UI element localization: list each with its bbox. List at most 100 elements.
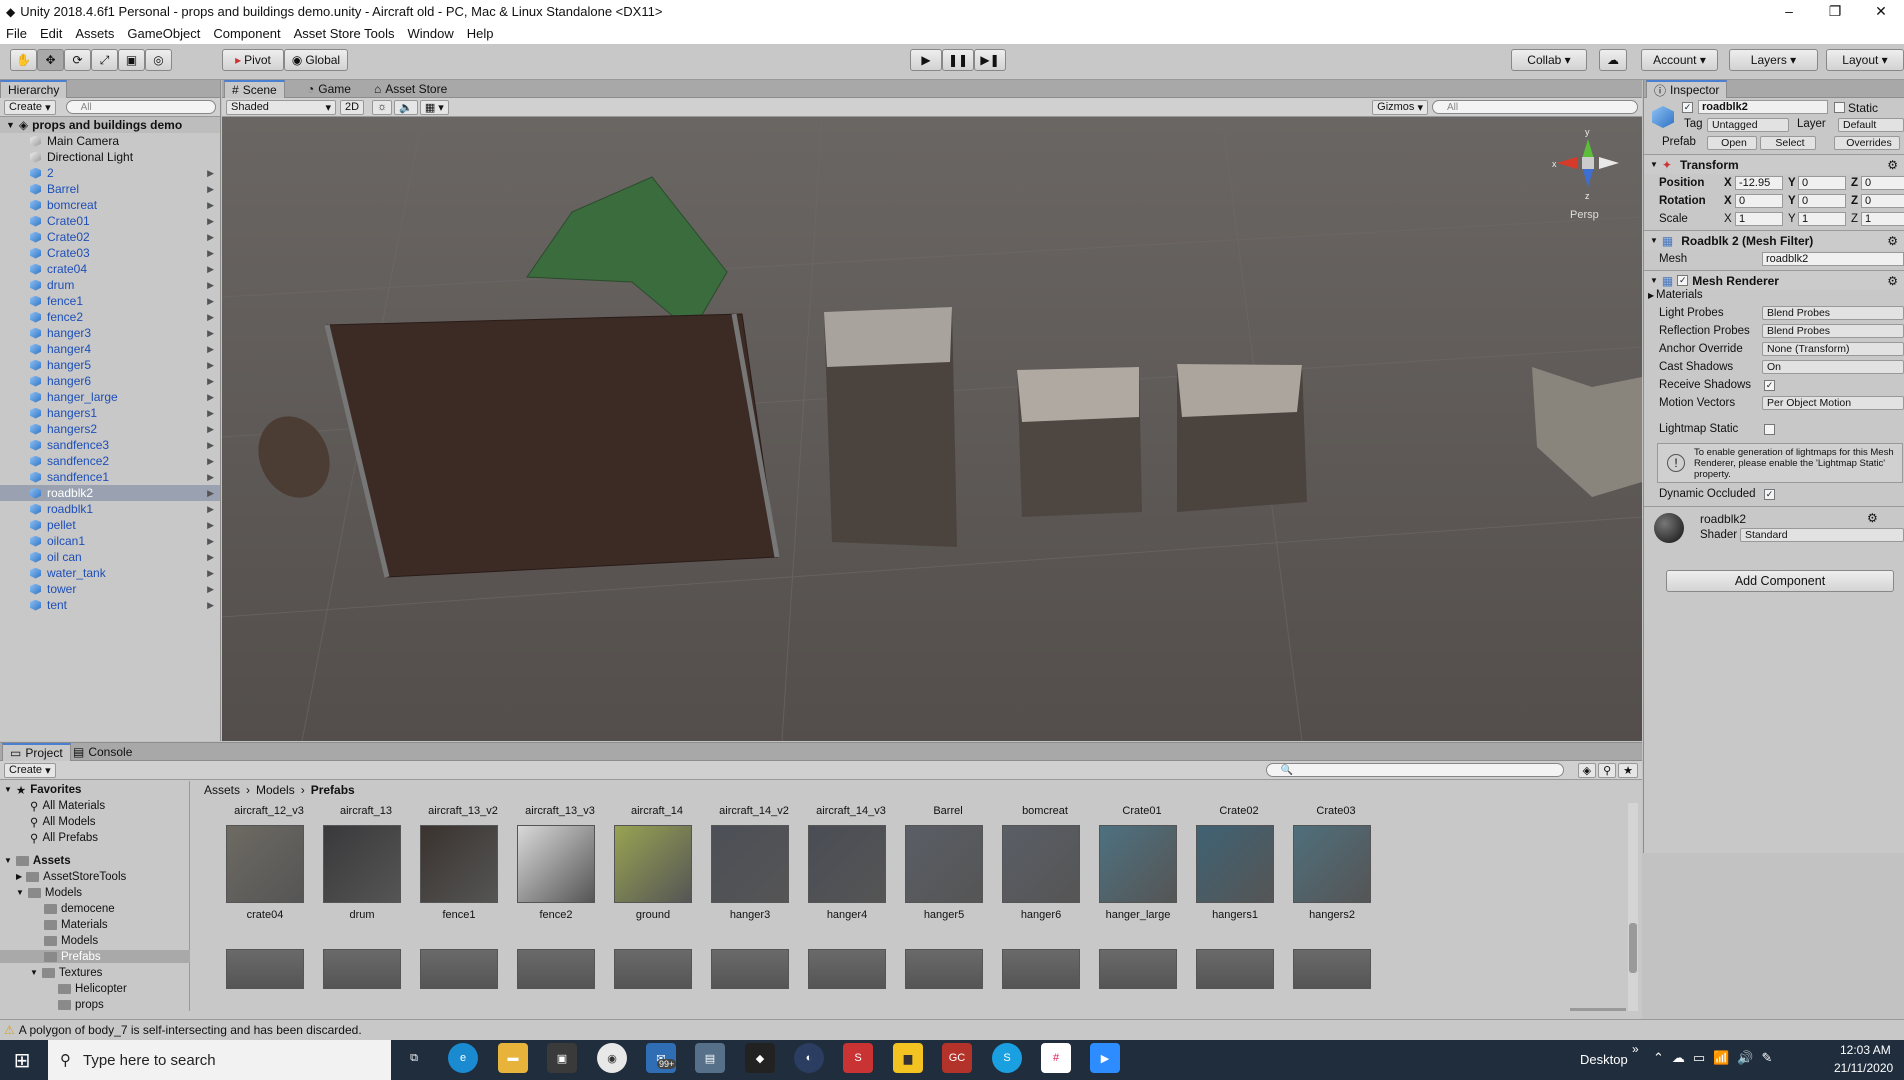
hand-tool-icon[interactable]: ✋ [10,49,37,71]
collapse-triangle-icon[interactable]: ▶ [1648,291,1654,300]
scene-root-row[interactable]: ▼ ◈ props and buildings demo [0,117,220,133]
object-name-field[interactable]: roadblk2 [1698,100,1828,114]
component-menu-icon[interactable]: ⚙ [1887,234,1898,248]
lighting-icon[interactable]: ☼ [372,99,393,115]
breadcrumb-assets[interactable]: Assets [204,783,240,797]
expand-triangle-icon[interactable]: ▼ [1650,236,1658,245]
asset-thumbnail[interactable] [323,949,401,989]
component-menu-icon[interactable]: ⚙ [1887,158,1898,172]
asset-thumbnail[interactable] [905,825,983,903]
menu-assets[interactable]: Assets [75,26,114,41]
substance-icon[interactable]: S [843,1043,873,1073]
menu-component[interactable]: Component [213,26,280,41]
transform-header[interactable]: ▼ ✦ Transform ⚙ [1644,154,1904,174]
hierarchy-item[interactable]: hanger5 ▶ [0,357,220,373]
tree-item[interactable]: Helicopter [58,982,213,995]
asset-label[interactable]: hanger4 [799,909,895,921]
rotation-x-field[interactable]: 0 [1735,194,1783,208]
tab-project[interactable]: ▭ Project [2,743,71,761]
favorite-item[interactable]: ⚲ All Materials [30,799,185,813]
mesh-filter-header[interactable]: ▼ ▦ Roadblk 2 (Mesh Filter) ⚙ [1644,230,1904,250]
expand-triangle-icon[interactable]: ▼ [4,785,12,794]
prefab-open-arrow-icon[interactable]: ▶ [207,584,214,595]
thumbnail-size-slider[interactable] [1570,1008,1626,1011]
prefab-open-arrow-icon[interactable]: ▶ [207,456,214,467]
gc-icon[interactable]: GC [942,1043,972,1073]
prefab-open-arrow-icon[interactable]: ▶ [207,216,214,227]
hierarchy-item[interactable]: drum ▶ [0,277,220,293]
pivot-toggle[interactable]: ▸ Pivot [222,49,284,71]
materials-row[interactable]: ▶ Materials [1644,286,1904,304]
asset-thumbnail[interactable] [517,949,595,989]
layer-dropdown[interactable]: Default [1838,118,1904,132]
asset-label[interactable]: Crate03 [1288,805,1384,817]
expand-triangle-icon[interactable]: ▼ [4,856,12,865]
edge-icon[interactable]: e [448,1043,478,1073]
scene-search-input[interactable]: All [1432,100,1638,114]
expand-triangle-icon[interactable]: ▼ [16,888,24,897]
tab-scene[interactable]: # Scene [224,80,285,98]
project-create-button[interactable]: Create ▾ [4,762,56,778]
asset-label[interactable]: hanger3 [702,909,798,921]
prefab-open-arrow-icon[interactable]: ▶ [207,168,214,179]
asset-thumbnail[interactable] [517,825,595,903]
asset-label[interactable]: Crate01 [1094,805,1190,817]
prefab-open-arrow-icon[interactable]: ▶ [207,472,214,483]
pause-button[interactable]: ❚❚ [942,49,974,71]
prefab-open-arrow-icon[interactable]: ▶ [207,568,214,579]
asset-thumbnail[interactable] [1099,949,1177,989]
hierarchy-item[interactable]: oilcan1 ▶ [0,533,220,549]
app-icon[interactable]: ▤ [695,1043,725,1073]
prefab-select-button[interactable]: Select [1760,136,1816,150]
expand-triangle-icon[interactable]: ▼ [30,968,38,977]
play-button[interactable]: ▶ [910,49,942,71]
asset-label[interactable]: aircraft_14 [609,805,705,817]
tab-asset-store[interactable]: ⌂ Asset Store [367,80,454,98]
assets-root-row[interactable]: ▼ Assets [0,854,155,867]
hierarchy-item[interactable]: pellet ▶ [0,517,220,533]
hierarchy-item[interactable]: hanger_large ▶ [0,389,220,405]
active-checkbox[interactable]: ✓ [1682,102,1693,113]
asset-label[interactable]: Barrel [900,805,996,817]
menu-asset-store-tools[interactable]: Asset Store Tools [294,26,395,41]
hierarchy-item[interactable]: hanger3 ▶ [0,325,220,341]
asset-thumbnail[interactable] [808,825,886,903]
asset-thumbnail[interactable] [614,949,692,989]
lightmap-static-checkbox[interactable] [1764,423,1775,435]
chevron-icon[interactable]: » [1632,1042,1639,1056]
asset-label[interactable]: crate04 [217,909,313,921]
shading-dropdown[interactable]: Shaded ▾ [226,99,336,115]
asset-label[interactable]: ground [605,909,701,921]
menu-file[interactable]: File [6,26,27,41]
asset-label[interactable]: fence2 [508,909,604,921]
hierarchy-item[interactable]: sandfence2 ▶ [0,453,220,469]
chrome-icon[interactable]: ◉ [597,1043,627,1073]
asset-label[interactable]: aircraft_14_v2 [706,805,802,817]
close-button[interactable]: ✕ [1858,3,1904,20]
asset-label[interactable]: bomcreat [997,805,1093,817]
gizmos-dropdown[interactable]: Gizmos ▾ [1372,99,1428,115]
hierarchy-item[interactable]: fence1 ▶ [0,293,220,309]
asset-thumbnail[interactable] [1099,825,1177,903]
asset-label[interactable]: hangers1 [1187,909,1283,921]
step-button[interactable]: ▶❚ [974,49,1006,71]
tab-game[interactable]: ◔ Game [300,80,358,98]
scale-x-field[interactable]: 1 [1735,212,1783,226]
favorite-star-icon[interactable]: ★ [1618,762,1638,778]
asset-label[interactable]: hanger6 [993,909,1089,921]
rect-tool-icon[interactable]: ▣ [118,49,145,71]
tree-item-selected[interactable]: Prefabs [0,950,190,963]
asset-thumbnail[interactable] [1293,949,1371,989]
asset-thumbnail[interactable] [323,825,401,903]
cloud-icon[interactable]: ☁ [1599,49,1627,71]
asset-thumbnail[interactable] [226,949,304,989]
prefab-open-arrow-icon[interactable]: ▶ [207,392,214,403]
mesh-renderer-row-dropdown[interactable]: Per Object Motion [1762,396,1904,410]
hierarchy-item[interactable]: Directional Light [0,149,220,165]
hierarchy-item[interactable]: hangers2 ▶ [0,421,220,437]
favorite-item[interactable]: ⚲ All Models [30,815,185,829]
mesh-renderer-row-dropdown[interactable]: None (Transform) [1762,342,1904,356]
asset-label[interactable]: aircraft_13_v2 [415,805,511,817]
filter-type-icon[interactable]: ◈ [1577,762,1597,778]
tree-item[interactable]: Models [44,934,199,947]
